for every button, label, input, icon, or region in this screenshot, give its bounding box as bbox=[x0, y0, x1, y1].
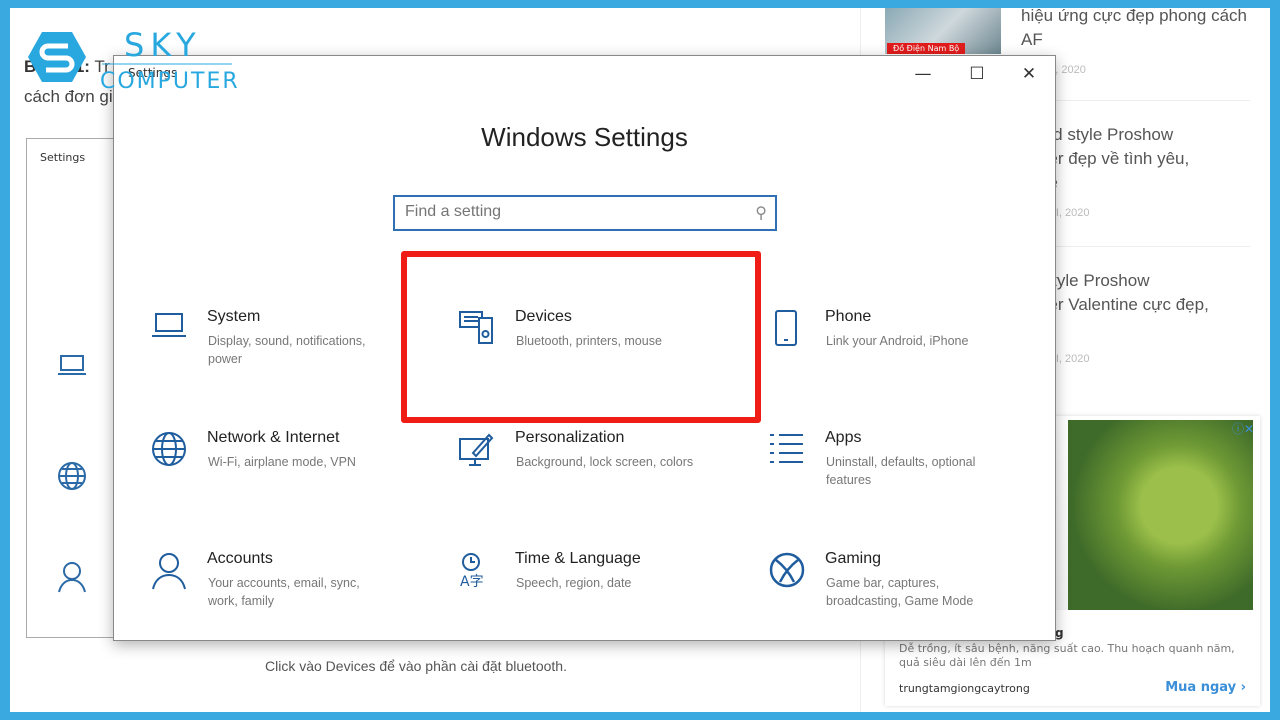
phone-icon bbox=[769, 310, 805, 346]
item-title: Accounts bbox=[207, 550, 273, 567]
settings-item-phone[interactable]: Phone Link your Android, iPhone bbox=[769, 308, 1029, 400]
search-box[interactable]: ⚲ bbox=[393, 195, 777, 231]
settings-window: Settings — ☐ ✕ Windows Settings ⚲ System… bbox=[113, 55, 1056, 641]
person-icon bbox=[57, 561, 87, 593]
item-description: Your accounts, email, sync, work, family bbox=[208, 576, 360, 608]
settings-item-personalization[interactable]: Personalization Background, lock screen,… bbox=[459, 429, 719, 521]
settings-item-system[interactable]: System Display, sound, notifications, po… bbox=[151, 308, 411, 400]
globe-icon bbox=[57, 461, 87, 491]
ad-title[interactable]: g bbox=[1055, 626, 1064, 640]
paint-icon bbox=[459, 431, 495, 467]
settings-item-network[interactable]: Network & Internet Wi-Fi, airplane mode,… bbox=[151, 429, 411, 521]
close-button[interactable]: ✕ bbox=[1009, 62, 1049, 86]
ad-description: Dễ trồng, ít sâu bệnh, năng suất cao. Th… bbox=[899, 642, 1235, 669]
item-description: Background, lock screen, colors bbox=[516, 455, 694, 469]
search-icon: ⚲ bbox=[755, 203, 767, 222]
logo-hexagon-icon: SKY COMPUTER bbox=[28, 26, 240, 92]
apps-list-icon bbox=[769, 431, 805, 467]
minimize-button[interactable]: — bbox=[903, 62, 943, 86]
item-title: Time & Language bbox=[515, 550, 641, 567]
ad-image-jackfruit[interactable] bbox=[1068, 420, 1253, 610]
ad-info-icon[interactable]: ⓘ✕ bbox=[1232, 420, 1254, 437]
svg-text:A字: A字 bbox=[460, 574, 484, 588]
article-caption: Click vào Devices để vào phần cài đặt bl… bbox=[265, 658, 567, 674]
settings-item-time-language[interactable]: A字 Time & Language Speech, region, date bbox=[459, 550, 719, 642]
thumbnail-badge: Đồ Điện Nam Bộ bbox=[887, 43, 966, 54]
item-description: Speech, region, date bbox=[516, 576, 632, 590]
ad-cta-button[interactable]: Mua ngay › bbox=[1165, 680, 1246, 695]
laptop-icon bbox=[57, 354, 87, 376]
post-title-line[interactable]: AF bbox=[1021, 28, 1247, 52]
xbox-icon bbox=[769, 552, 805, 588]
svg-text:COMPUTER: COMPUTER bbox=[100, 69, 240, 92]
ad-source: trungtamgiongcaytrong bbox=[899, 682, 1030, 695]
post-title-line[interactable]: hiệu ứng cực đẹp phong cách bbox=[1021, 8, 1247, 28]
laptop-icon bbox=[151, 310, 187, 346]
maximize-button[interactable]: ☐ bbox=[957, 62, 997, 86]
settings-item-gaming[interactable]: Gaming Game bar, captures, broadcasting,… bbox=[769, 550, 1029, 642]
item-description: Game bar, captures, broadcasting, Game M… bbox=[826, 576, 974, 608]
background-settings-title: Settings bbox=[40, 151, 86, 164]
item-description: Wi-Fi, airplane mode, VPN bbox=[208, 455, 356, 469]
item-title: Network & Internet bbox=[207, 429, 340, 446]
settings-heading: Windows Settings bbox=[481, 122, 688, 152]
item-description: Display, sound, notifications, power bbox=[208, 334, 366, 366]
time-language-icon: A字 bbox=[459, 552, 495, 588]
sky-computer-logo: SKY COMPUTER bbox=[24, 22, 244, 92]
search-input[interactable] bbox=[405, 197, 735, 227]
person-icon bbox=[151, 552, 187, 590]
chevron-right-icon: › bbox=[1240, 680, 1246, 695]
item-title: Apps bbox=[825, 429, 862, 446]
settings-item-apps[interactable]: Apps Uninstall, defaults, optional featu… bbox=[769, 429, 1029, 521]
item-title: Phone bbox=[825, 308, 872, 325]
item-description: Uninstall, defaults, optional features bbox=[826, 455, 976, 487]
settings-item-accounts[interactable]: Accounts Your accounts, email, sync, wor… bbox=[151, 550, 411, 642]
item-description: Link your Android, iPhone bbox=[826, 334, 969, 348]
globe-icon bbox=[151, 431, 187, 467]
devices-highlight-box bbox=[401, 251, 761, 423]
web-page: Bước 1: Tr cách đơn gi Settings Click và… bbox=[10, 8, 1270, 712]
svg-text:SKY: SKY bbox=[124, 26, 202, 64]
item-title: Personalization bbox=[515, 429, 625, 446]
item-title: Gaming bbox=[825, 550, 882, 567]
ad-cta-label: Mua ngay bbox=[1165, 680, 1237, 695]
item-title: System bbox=[207, 308, 261, 325]
post-thumbnail[interactable]: Đồ Điện Nam Bộ bbox=[885, 8, 1001, 54]
